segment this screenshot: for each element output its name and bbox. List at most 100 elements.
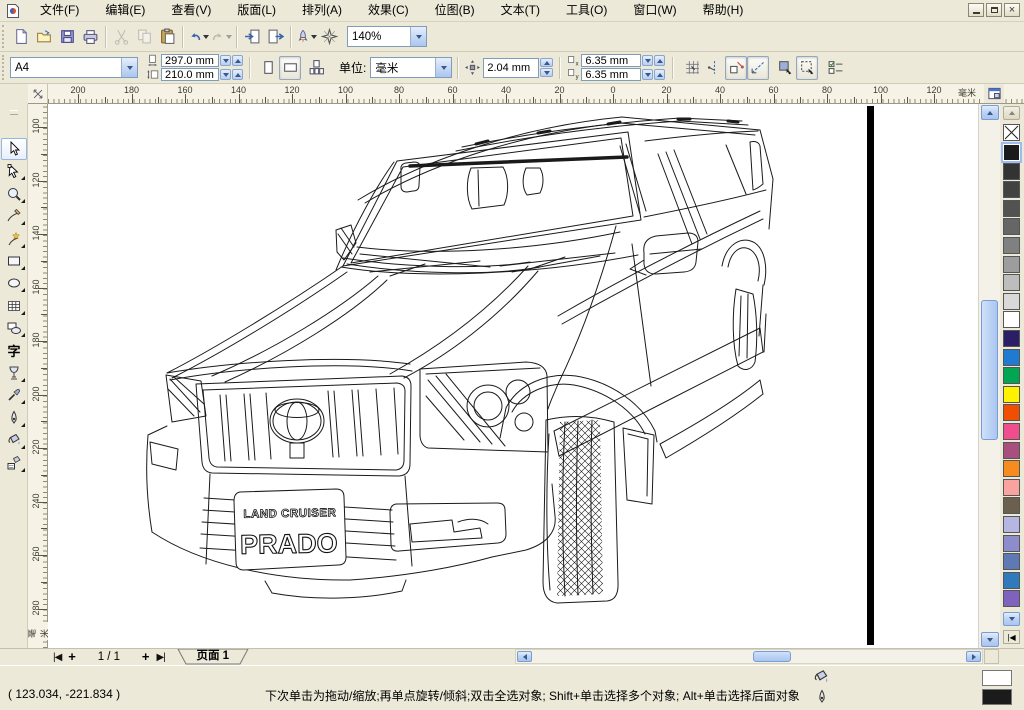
paper-height-up-button[interactable] xyxy=(232,69,243,80)
menu-item-3[interactable]: 版面(L) xyxy=(224,0,289,21)
paper-width-up-button[interactable] xyxy=(232,55,243,66)
menu-item-10[interactable]: 帮助(H) xyxy=(690,0,757,21)
menu-item-8[interactable]: 工具(O) xyxy=(553,0,620,21)
fill-color-swatch[interactable] xyxy=(982,670,1012,686)
nudge-down-button[interactable] xyxy=(540,68,553,77)
zoom-dropdown-button[interactable] xyxy=(410,27,426,46)
landscape-button[interactable] xyxy=(279,56,301,80)
scroll-right-button[interactable] xyxy=(966,651,981,662)
menu-item-6[interactable]: 位图(B) xyxy=(422,0,488,21)
minimize-button[interactable] xyxy=(968,3,984,17)
snap-to-objects-button[interactable] xyxy=(725,56,747,80)
car-line-art[interactable]: LAND CRUISER PRADO xyxy=(60,104,870,648)
horizontal-ruler[interactable]: 毫米 2001801601401201008060402002040608010… xyxy=(48,84,1024,104)
color-swatch-2[interactable] xyxy=(1003,181,1020,198)
pick-tool[interactable] xyxy=(1,138,27,160)
menu-item-2[interactable]: 查看(V) xyxy=(158,0,224,21)
shape-tool[interactable] xyxy=(1,160,27,182)
new-button[interactable] xyxy=(10,25,33,49)
color-swatch-20[interactable] xyxy=(1003,516,1020,533)
menu-item-0[interactable]: 文件(F) xyxy=(27,0,92,21)
color-swatch-9[interactable] xyxy=(1003,311,1020,328)
outline-color-swatch[interactable] xyxy=(982,689,1012,705)
color-swatch-22[interactable] xyxy=(1003,553,1020,570)
treat-as-filled-button[interactable] xyxy=(774,56,796,80)
print-button[interactable] xyxy=(79,25,102,49)
color-swatch-5[interactable] xyxy=(1003,237,1020,254)
scroll-down-button[interactable] xyxy=(981,632,999,647)
add-page-before-button[interactable]: + xyxy=(64,650,80,664)
horizontal-scrollbar[interactable] xyxy=(515,649,983,664)
paper-width-field[interactable]: 297.0 mm xyxy=(161,54,219,67)
color-swatch-24[interactable] xyxy=(1003,590,1020,607)
color-swatch-10[interactable] xyxy=(1003,330,1020,347)
color-swatch-7[interactable] xyxy=(1003,274,1020,291)
vertical-scrollbar[interactable] xyxy=(978,104,1000,648)
color-swatch-1[interactable] xyxy=(1003,163,1020,180)
color-swatch-11[interactable] xyxy=(1003,349,1020,366)
color-swatch-3[interactable] xyxy=(1003,200,1020,217)
basic-shapes-tool[interactable] xyxy=(1,317,27,339)
page-tab[interactable]: 页面 1 xyxy=(176,649,250,665)
menu-item-9[interactable]: 窗口(W) xyxy=(620,0,689,21)
color-swatch-6[interactable] xyxy=(1003,256,1020,273)
copy-button[interactable] xyxy=(133,25,156,49)
portrait-button[interactable] xyxy=(257,56,279,80)
open-button[interactable] xyxy=(33,25,56,49)
marquee-select-button[interactable] xyxy=(796,56,818,80)
duplicate-y-down-button[interactable] xyxy=(642,69,653,80)
property-bar-grip[interactable] xyxy=(2,55,7,80)
ruler-origin-button[interactable] xyxy=(28,84,48,104)
undo-button[interactable] xyxy=(187,25,210,49)
color-swatch-13[interactable] xyxy=(1003,386,1020,403)
first-page-button[interactable]: |◀ xyxy=(50,650,64,665)
vertical-scroll-thumb[interactable] xyxy=(981,300,998,440)
menu-item-5[interactable]: 效果(C) xyxy=(355,0,422,21)
color-swatch-17[interactable] xyxy=(1003,460,1020,477)
nudge-offset-field[interactable]: 2.04 mm xyxy=(483,58,539,78)
no-color-swatch[interactable] xyxy=(1003,124,1020,141)
paper-type-combo[interactable]: A4 xyxy=(10,57,138,78)
zoom-tool[interactable] xyxy=(1,183,27,205)
export-button[interactable] xyxy=(264,25,287,49)
close-button[interactable]: × xyxy=(1004,3,1020,17)
nudge-up-button[interactable] xyxy=(540,58,553,67)
redo-button[interactable] xyxy=(210,25,233,49)
units-combo[interactable]: 毫米 xyxy=(370,57,452,78)
drawing-canvas[interactable]: LAND CRUISER PRADO xyxy=(48,104,978,648)
freehand-tool[interactable] xyxy=(1,205,27,227)
menu-item-1[interactable]: 编辑(E) xyxy=(92,0,158,21)
color-swatch-0[interactable] xyxy=(1003,144,1020,161)
save-button[interactable] xyxy=(56,25,79,49)
restore-button[interactable] xyxy=(986,3,1002,17)
corel-online-button[interactable] xyxy=(318,25,341,49)
smart-drawing-tool[interactable] xyxy=(1,228,27,250)
color-swatch-15[interactable] xyxy=(1003,423,1020,440)
horizontal-scroll-thumb[interactable] xyxy=(753,651,791,662)
zoom-level-combo[interactable]: 140% xyxy=(347,26,427,47)
color-swatch-19[interactable] xyxy=(1003,497,1020,514)
import-button[interactable] xyxy=(241,25,264,49)
last-page-button[interactable]: ▶| xyxy=(153,650,167,665)
color-swatch-23[interactable] xyxy=(1003,572,1020,589)
menu-item-7[interactable]: 文本(T) xyxy=(488,0,553,21)
paste-button[interactable] xyxy=(156,25,179,49)
paper-type-dropdown-button[interactable] xyxy=(121,58,137,77)
app-launcher-button[interactable] xyxy=(295,25,318,49)
duplicate-x-up-button[interactable] xyxy=(654,55,665,66)
vertical-ruler[interactable]: 毫米 100120140160180200220240260280 xyxy=(28,104,48,648)
duplicate-x-down-button[interactable] xyxy=(642,55,653,66)
color-swatch-12[interactable] xyxy=(1003,367,1020,384)
toolbar-grip[interactable] xyxy=(2,25,7,48)
interactive-fill-tool[interactable] xyxy=(1,452,27,474)
palette-expand-button[interactable]: |◀ xyxy=(1003,630,1020,644)
duplicate-x-field[interactable]: 6.35 mm xyxy=(581,54,641,67)
duplicate-y-up-button[interactable] xyxy=(654,69,665,80)
paper-height-down-button[interactable] xyxy=(220,69,231,80)
units-dropdown-button[interactable] xyxy=(435,58,451,77)
ellipse-tool[interactable] xyxy=(1,272,27,294)
snap-to-guidelines-button[interactable] xyxy=(703,56,725,80)
graph-paper-tool[interactable] xyxy=(1,295,27,317)
snap-to-grid-button[interactable] xyxy=(681,56,703,80)
dynamic-guides-button[interactable] xyxy=(747,56,769,80)
